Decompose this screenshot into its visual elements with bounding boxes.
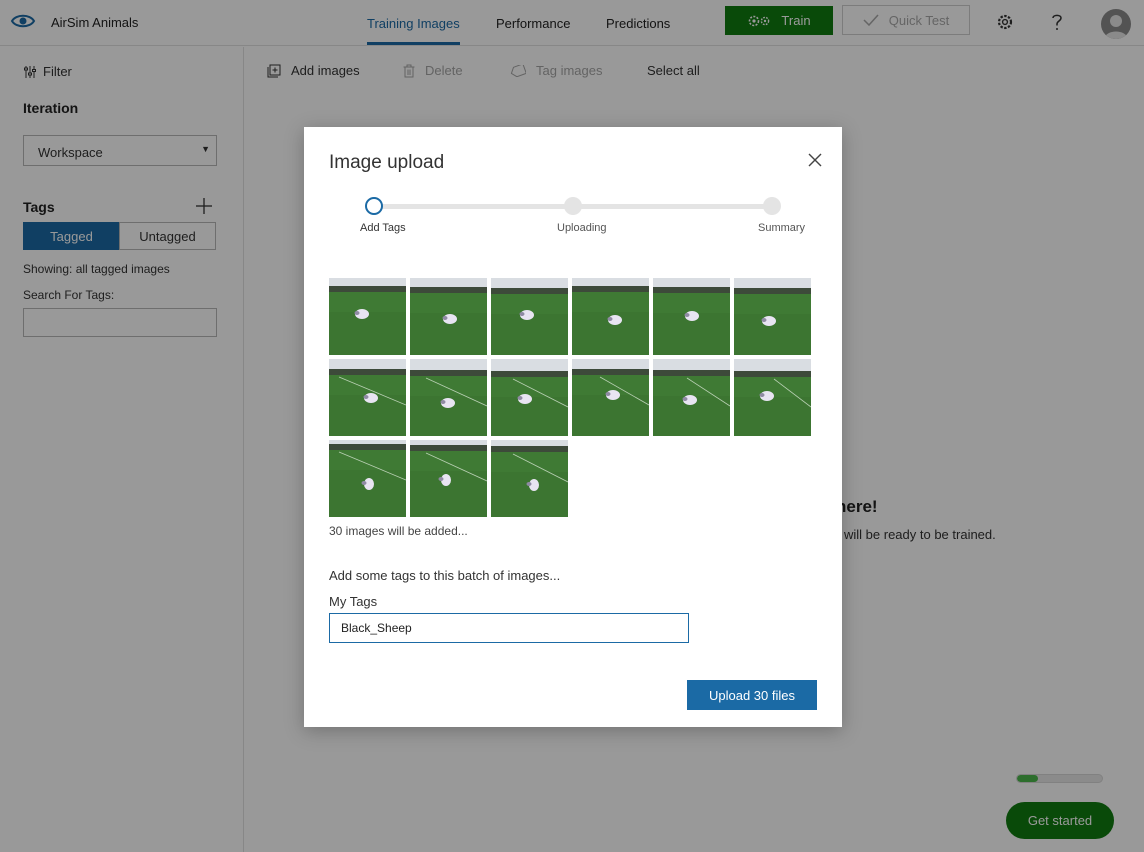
image-thumbnail — [734, 359, 811, 436]
image-thumbnail — [734, 278, 811, 355]
image-thumbnail — [653, 359, 730, 436]
image-thumbnail — [572, 278, 649, 355]
image-thumbnail — [410, 359, 487, 436]
image-thumbnail — [329, 440, 406, 517]
step-dot-uploading — [564, 197, 582, 215]
image-thumbnail — [572, 359, 649, 436]
dialog-title: Image upload — [329, 152, 445, 173]
image-upload-dialog: Image upload Add Tags Uploading Summary … — [304, 127, 842, 727]
image-thumbnail — [329, 359, 406, 436]
step-label-uploading: Uploading — [557, 222, 607, 234]
image-thumbnail — [491, 359, 568, 436]
images-added-text: 30 images will be added... — [329, 524, 468, 538]
batch-tags-prompt: Add some tags to this batch of images... — [329, 568, 561, 583]
step-dot-add-tags — [365, 197, 383, 215]
step-dot-summary — [763, 197, 781, 215]
image-thumbnail — [491, 278, 568, 355]
step-label-add-tags: Add Tags — [360, 222, 406, 234]
image-thumbnail — [410, 278, 487, 355]
my-tags-label: My Tags — [329, 594, 378, 609]
image-thumbnail — [491, 440, 568, 517]
upload-files-button[interactable]: Upload 30 files — [687, 680, 817, 710]
step-label-summary: Summary — [758, 222, 806, 234]
my-tags-input[interactable] — [329, 613, 689, 643]
image-thumbnail — [329, 278, 406, 355]
image-thumbnail — [410, 440, 487, 517]
close-icon[interactable] — [806, 151, 824, 169]
image-thumbnail — [653, 278, 730, 355]
